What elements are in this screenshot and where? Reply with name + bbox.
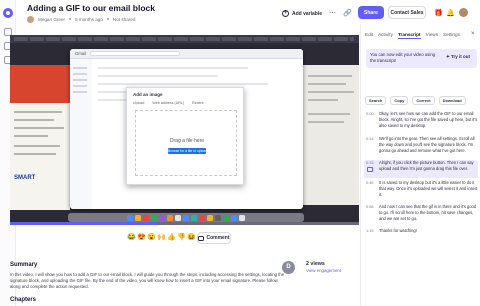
browser-toolbar: Gmail bbox=[70, 49, 303, 59]
drop-hint: Drag a file here bbox=[169, 138, 205, 144]
more-options-icon[interactable]: ⋯ bbox=[328, 9, 337, 18]
transcript-toolbar: Search Copy Correct Download bbox=[365, 96, 466, 105]
add-image-dialog: Add an image Upload Web address (URL) Re… bbox=[126, 87, 244, 185]
doc-logo: SMART bbox=[14, 175, 36, 181]
panel-tabs: Edit Activity Transcript Views Settings bbox=[365, 32, 460, 39]
separator-dot bbox=[106, 18, 109, 20]
side-panel: Edit Activity Transcript Views Settings … bbox=[360, 24, 480, 306]
comment-icon bbox=[367, 167, 373, 172]
link-icon[interactable]: 🔗 bbox=[343, 9, 352, 18]
video-age: 5 months ago bbox=[75, 16, 103, 22]
tab-transcript[interactable]: Transcript bbox=[397, 32, 421, 39]
segment-text: We'll go into the gear. Then see all set… bbox=[379, 136, 475, 153]
share-label: Share bbox=[364, 9, 378, 16]
screen-menubar bbox=[10, 35, 359, 43]
viewer-avatar: D bbox=[282, 261, 295, 274]
video-progress-bar[interactable] bbox=[10, 222, 359, 225]
comment-label: Comment bbox=[206, 235, 230, 241]
close-icon[interactable]: × bbox=[471, 31, 475, 37]
segment-text: It is saved to my desktop but it's a lit… bbox=[379, 180, 478, 197]
reaction-bar: 😂 😍 😮 🙌 👍 👎 😆 bbox=[127, 233, 196, 243]
correct-button[interactable]: Correct bbox=[412, 96, 435, 105]
chapters-heading: Chapters bbox=[10, 297, 37, 303]
reaction-grin[interactable]: 😆 bbox=[187, 233, 196, 243]
tab-edit[interactable]: Edit bbox=[365, 32, 373, 39]
mac-dock bbox=[68, 213, 304, 222]
background-document-right bbox=[303, 65, 359, 205]
contact-sales-button[interactable]: Contact Sales bbox=[388, 6, 426, 19]
author-name[interactable]: Megan Greer bbox=[38, 17, 65, 22]
transcript-segment-active[interactable]: 0:33 Alright, if you click the picture b… bbox=[364, 160, 478, 178]
contact-sales-label: Contact Sales bbox=[390, 9, 424, 16]
summary-heading: Summary bbox=[10, 262, 38, 268]
transcript-segment[interactable]: 0:46 It is saved to my desktop but it's … bbox=[364, 180, 478, 202]
bell-icon[interactable]: 🔔 bbox=[446, 9, 455, 18]
tab-settings[interactable]: Settings bbox=[443, 32, 460, 39]
segment-text: And now I can see that the gif is in the… bbox=[379, 204, 477, 221]
plus-icon: + bbox=[282, 10, 289, 17]
dialog-title: Add an image bbox=[133, 92, 163, 97]
copy-button[interactable]: Copy bbox=[390, 96, 409, 105]
transcript-edit-banner: You can now edit your video using the tr… bbox=[366, 49, 477, 68]
user-avatar[interactable] bbox=[459, 8, 468, 17]
transcript-segment[interactable]: 1:15 Thanks for watching! bbox=[364, 228, 478, 236]
reaction-thumbs-down[interactable]: 👎 bbox=[177, 233, 186, 243]
segment-time: 0:33 bbox=[366, 160, 374, 165]
transcript-segment[interactable]: 0:58 And now I can see that the gif is i… bbox=[364, 204, 478, 226]
drop-zone: Drag a file here Browse for a file to up… bbox=[135, 110, 237, 176]
transcript-segment[interactable]: 0:00 Okay, let's see how we can add the … bbox=[364, 111, 478, 133]
background-document-left: SMART bbox=[10, 65, 70, 210]
segment-text: Okay, let's see how we can add the GIF t… bbox=[379, 111, 478, 128]
segment-text: Thanks for watching! bbox=[379, 228, 417, 233]
dialog-tab-upload: Upload bbox=[133, 101, 145, 105]
comment-icon bbox=[198, 235, 205, 241]
add-variable-button[interactable]: + Add variable bbox=[282, 8, 322, 19]
segment-time: 0:14 bbox=[366, 136, 374, 141]
address-bar bbox=[89, 51, 180, 56]
tab-activity[interactable]: Activity bbox=[378, 32, 393, 39]
video-progress-fill bbox=[10, 222, 157, 225]
reaction-wow[interactable]: 😮 bbox=[147, 233, 156, 243]
browser-app-label: Gmail bbox=[75, 51, 86, 56]
mail-sidebar bbox=[70, 59, 92, 209]
add-variable-label: Add variable bbox=[292, 10, 323, 17]
summary-text: In this video, I will show you how to ad… bbox=[10, 272, 285, 290]
video-meta: Megan Greer 5 months ago Not shared bbox=[27, 15, 135, 23]
separator-dot bbox=[69, 18, 72, 20]
dialog-tab-recent: Recent bbox=[192, 101, 204, 105]
reaction-raised-hands[interactable]: 🙌 bbox=[157, 233, 166, 243]
dialog-tab-url: Web address (URL) bbox=[152, 101, 185, 105]
dialog-tabs: Upload Web address (URL) Recent bbox=[133, 101, 203, 105]
loom-logo-icon[interactable] bbox=[3, 8, 13, 18]
segment-time: 1:15 bbox=[366, 228, 374, 233]
reaction-heart-eyes[interactable]: 😍 bbox=[137, 233, 146, 243]
try-it-out-button[interactable]: ✦ Try it out bbox=[446, 54, 470, 60]
comment-button[interactable]: Comment bbox=[197, 232, 231, 244]
transcript-segment[interactable]: 0:14 We'll go into the gear. Then see al… bbox=[364, 136, 478, 158]
video-title[interactable]: Adding a GIF to our email block bbox=[27, 3, 155, 13]
search-button[interactable]: Search bbox=[365, 96, 387, 105]
view-count: 2 views bbox=[306, 261, 325, 267]
video-player[interactable]: SMART Gmail Add an image Upload Web addr… bbox=[10, 35, 359, 225]
browse-button: Browse for a file to upload bbox=[168, 148, 208, 154]
share-button[interactable]: Share bbox=[358, 6, 384, 19]
segment-time: 0:46 bbox=[366, 180, 374, 185]
banner-text: You can now edit your video using the tr… bbox=[370, 52, 436, 63]
segment-text: Alright, if you click the picture button… bbox=[379, 160, 474, 171]
tab-views[interactable]: Views bbox=[426, 32, 438, 39]
segment-time: 0:00 bbox=[366, 111, 374, 116]
reaction-laugh[interactable]: 😂 bbox=[127, 233, 136, 243]
reaction-thumbs-up[interactable]: 👍 bbox=[167, 233, 176, 243]
download-button[interactable]: Download bbox=[438, 96, 466, 105]
view-engagement-link[interactable]: View engagement bbox=[306, 268, 341, 273]
visibility-status[interactable]: Not shared bbox=[113, 17, 135, 22]
author-avatar bbox=[27, 15, 34, 23]
segment-time: 0:58 bbox=[366, 204, 374, 209]
gift-icon[interactable]: 🎁 bbox=[434, 9, 443, 18]
